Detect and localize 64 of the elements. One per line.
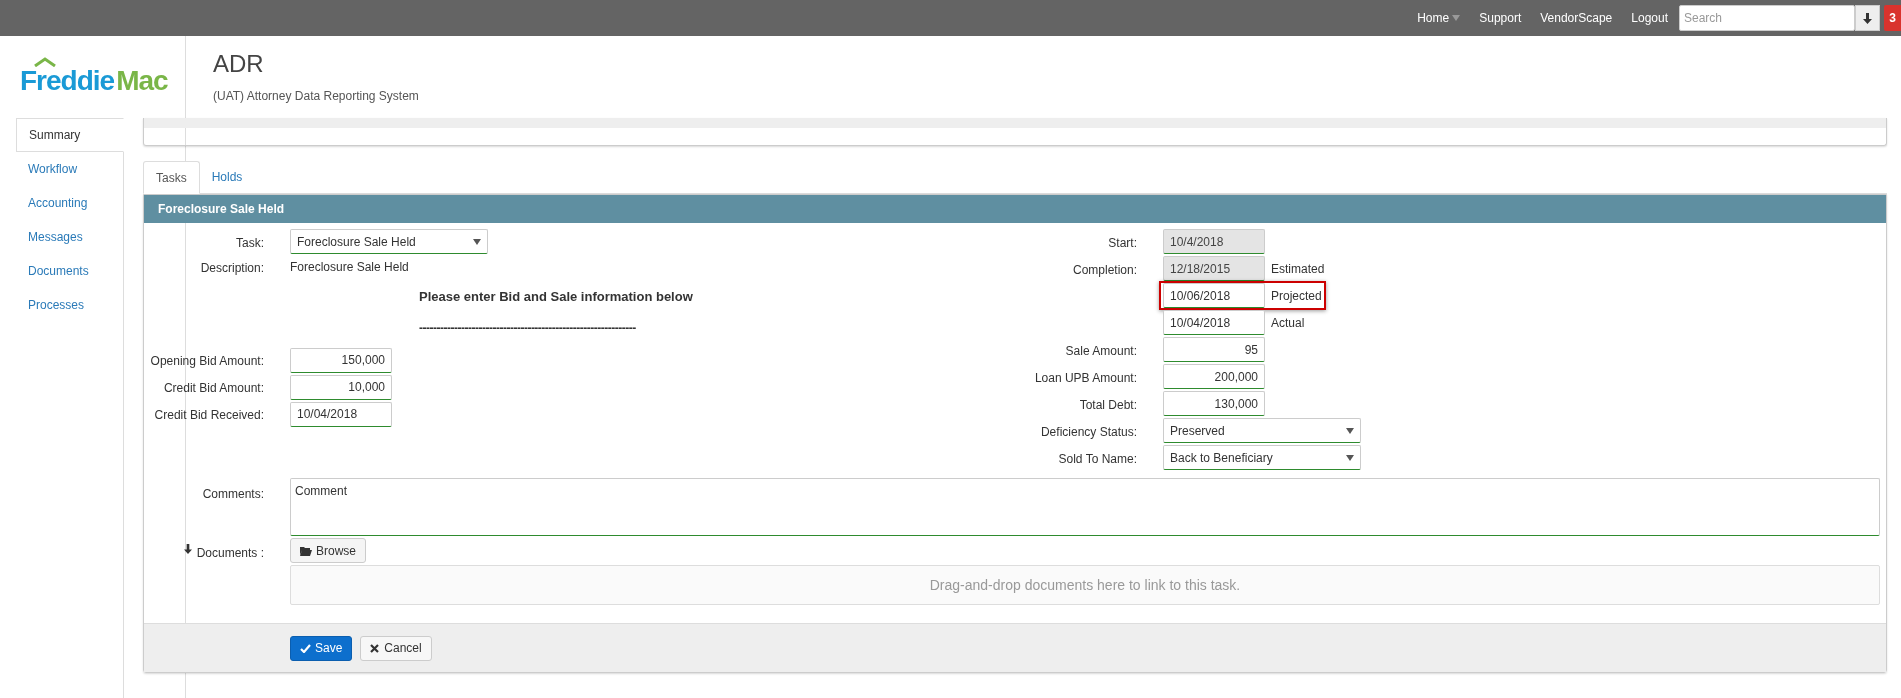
caret-icon bbox=[1346, 454, 1354, 461]
amount-field[interactable]: 95 bbox=[1163, 337, 1265, 362]
date-field[interactable]: 10/04/2018 bbox=[290, 401, 392, 427]
app-title: ADR bbox=[213, 52, 265, 76]
select-field[interactable]: Preserved bbox=[1163, 418, 1361, 443]
date-field[interactable]: 10/04/2018 bbox=[1163, 310, 1265, 335]
nav-link[interactable]: Logout bbox=[1631, 9, 1668, 27]
field-label: Completion: bbox=[1072, 262, 1137, 277]
sidebar-item[interactable]: Processes bbox=[16, 288, 123, 322]
date-type-label: Estimated bbox=[1271, 260, 1326, 278]
section-heading: Please enter Bid and Sale information below bbox=[419, 288, 694, 306]
sidebar-item[interactable]: Accounting bbox=[16, 186, 123, 220]
date-field[interactable]: 10/06/2018 bbox=[1163, 283, 1265, 308]
app-subtitle: (UAT) Attorney Data Reporting System bbox=[213, 88, 420, 105]
folder-icon bbox=[300, 545, 312, 556]
notification-badge[interactable]: 3 bbox=[1884, 5, 1901, 31]
field-label: Credit Bid Received: bbox=[154, 408, 264, 422]
close-icon bbox=[370, 643, 380, 653]
sidebar-item[interactable]: Documents bbox=[16, 254, 123, 288]
cancel-button[interactable]: Cancel bbox=[360, 635, 432, 661]
caret-icon bbox=[1346, 427, 1354, 434]
nav-link[interactable]: Home bbox=[1417, 9, 1461, 27]
date-type-label: Projected bbox=[1271, 287, 1323, 305]
down-arrow-icon bbox=[183, 544, 192, 554]
down-arrow-icon bbox=[1863, 12, 1872, 24]
dashed-line-text: -------------------------------------------------------------- bbox=[419, 319, 637, 337]
caret-icon bbox=[1452, 15, 1461, 21]
browse-button[interactable]: Browse bbox=[290, 538, 366, 563]
field-label: Documents : bbox=[196, 545, 264, 562]
tab[interactable]: Holds bbox=[199, 160, 255, 193]
field-label: Task: bbox=[236, 235, 264, 250]
field-label: Description: bbox=[200, 261, 264, 275]
sidebar-item[interactable]: Summary bbox=[16, 118, 124, 152]
field-label: Start: bbox=[1108, 235, 1137, 250]
amount-field[interactable]: 200,000 bbox=[1163, 364, 1265, 389]
nav-link[interactable]: VendorScape bbox=[1540, 9, 1613, 27]
task-select[interactable]: Foreclosure Sale Held bbox=[290, 229, 488, 254]
field-label: Loan UPB Amount: bbox=[1034, 370, 1137, 385]
field-label: Total Debt: bbox=[1079, 397, 1137, 412]
field-label: Sold To Name: bbox=[1058, 451, 1137, 466]
sidebar-item[interactable]: Messages bbox=[16, 220, 123, 254]
field-label: Sale Amount: bbox=[1065, 343, 1137, 358]
check-icon bbox=[300, 643, 311, 653]
logo: FreddieMac bbox=[20, 57, 170, 97]
date-field[interactable]: 12/18/2015 bbox=[1163, 256, 1265, 281]
date-field[interactable]: 10/4/2018 bbox=[1163, 229, 1265, 254]
tab[interactable]: Tasks bbox=[143, 161, 200, 194]
select-field[interactable]: Back to Beneficiary bbox=[1163, 445, 1361, 470]
comments-field[interactable]: Comment bbox=[290, 478, 1880, 536]
nav-link[interactable]: Support bbox=[1479, 9, 1522, 27]
download-button[interactable] bbox=[1855, 5, 1880, 31]
field-label: Deficiency Status: bbox=[1040, 424, 1137, 439]
amount-field[interactable]: 10,000 bbox=[290, 374, 392, 400]
date-type-label: Actual bbox=[1271, 314, 1306, 332]
description-text: Foreclosure Sale Held bbox=[290, 259, 409, 276]
caret-icon bbox=[473, 238, 481, 245]
field-label: Comments: bbox=[202, 487, 264, 501]
field-label: Opening Bid Amount: bbox=[150, 354, 264, 368]
save-button[interactable]: Save bbox=[290, 635, 353, 661]
amount-field[interactable]: 150,000 bbox=[290, 347, 392, 373]
panel-title: Foreclosure Sale Held bbox=[144, 195, 1886, 223]
amount-field[interactable]: 130,000 bbox=[1163, 391, 1265, 416]
sidebar-item[interactable]: Workflow bbox=[16, 152, 123, 186]
field-label: Credit Bid Amount: bbox=[163, 381, 264, 395]
